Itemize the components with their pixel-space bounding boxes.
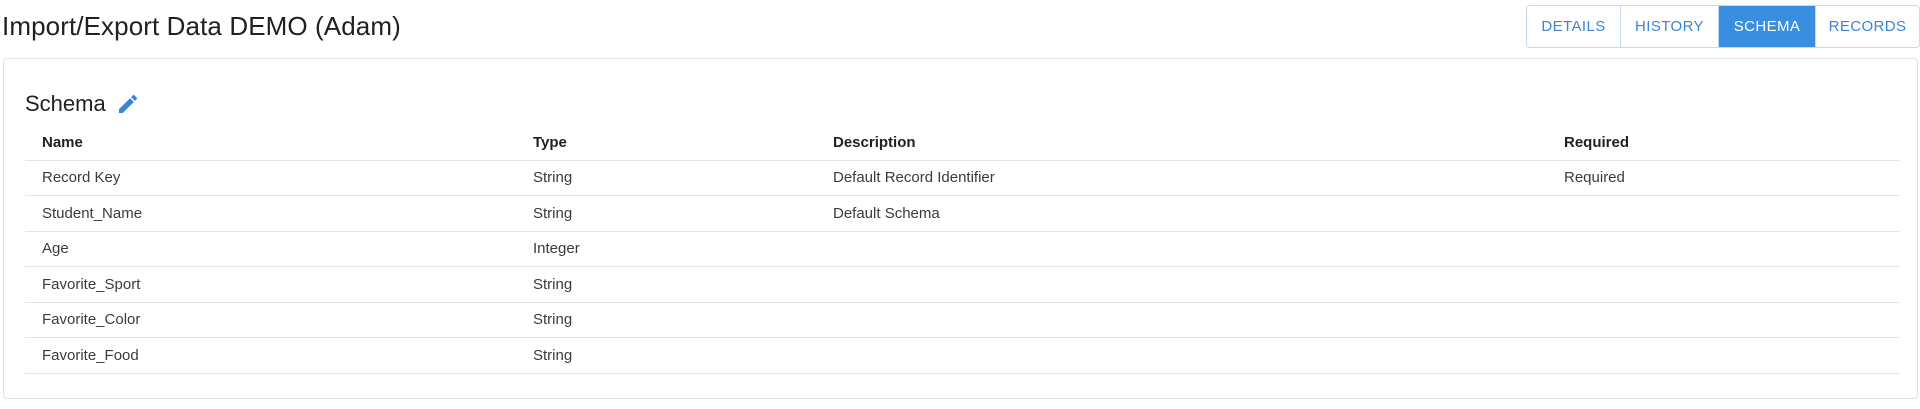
cell-name: Favorite_Color xyxy=(25,302,516,338)
tab-details[interactable]: DETAILS xyxy=(1527,6,1621,47)
column-header-type[interactable]: Type xyxy=(516,126,816,161)
view-tabs: DETAILS HISTORY SCHEMA RECORDS xyxy=(1526,5,1920,48)
tab-schema[interactable]: SCHEMA xyxy=(1719,6,1816,47)
pencil-icon[interactable] xyxy=(116,92,140,116)
cell-description: Default Record Identifier xyxy=(816,160,1547,196)
cell-description xyxy=(816,337,1547,374)
cell-description xyxy=(816,231,1547,267)
column-header-description[interactable]: Description xyxy=(816,126,1547,161)
cell-name: Age xyxy=(25,231,516,267)
cell-required xyxy=(1547,231,1900,267)
table-row[interactable]: Favorite_Sport String xyxy=(25,266,1900,303)
cell-description: Default Schema xyxy=(816,195,1547,232)
cell-required: Required xyxy=(1547,160,1900,196)
schema-table: Name Type Description Required Record Ke… xyxy=(25,126,1900,374)
table-row[interactable]: Favorite_Color String xyxy=(25,302,1900,338)
cell-required xyxy=(1547,266,1900,303)
cell-required xyxy=(1547,337,1900,374)
table-row[interactable]: Favorite_Food String xyxy=(25,337,1900,374)
cell-required xyxy=(1547,195,1900,232)
cell-type: String xyxy=(516,302,816,338)
cell-type: String xyxy=(516,337,816,374)
cell-type: String xyxy=(516,160,816,196)
cell-required xyxy=(1547,302,1900,338)
table-header-row: Name Type Description Required xyxy=(25,126,1900,161)
cell-name: Student_Name xyxy=(25,195,516,232)
cell-type: String xyxy=(516,266,816,303)
tab-history[interactable]: HISTORY xyxy=(1621,6,1719,47)
page-title: Import/Export Data DEMO (Adam) xyxy=(2,11,401,41)
tab-records[interactable]: RECORDS xyxy=(1816,6,1919,47)
schema-card: Schema Name Type Description Required Re… xyxy=(3,58,1918,399)
column-header-name[interactable]: Name xyxy=(25,126,516,161)
column-header-required[interactable]: Required xyxy=(1547,126,1900,161)
schema-title: Schema xyxy=(25,91,106,116)
cell-name: Record Key xyxy=(25,160,516,196)
cell-type: Integer xyxy=(516,231,816,267)
cell-type: String xyxy=(516,195,816,232)
cell-description xyxy=(816,302,1547,338)
cell-name: Favorite_Food xyxy=(25,337,516,374)
cell-description xyxy=(816,266,1547,303)
table-row[interactable]: Age Integer xyxy=(25,231,1900,267)
table-row[interactable]: Record Key String Default Record Identif… xyxy=(25,160,1900,196)
table-row[interactable]: Student_Name String Default Schema xyxy=(25,195,1900,232)
schema-header: Schema xyxy=(25,89,140,119)
cell-name: Favorite_Sport xyxy=(25,266,516,303)
